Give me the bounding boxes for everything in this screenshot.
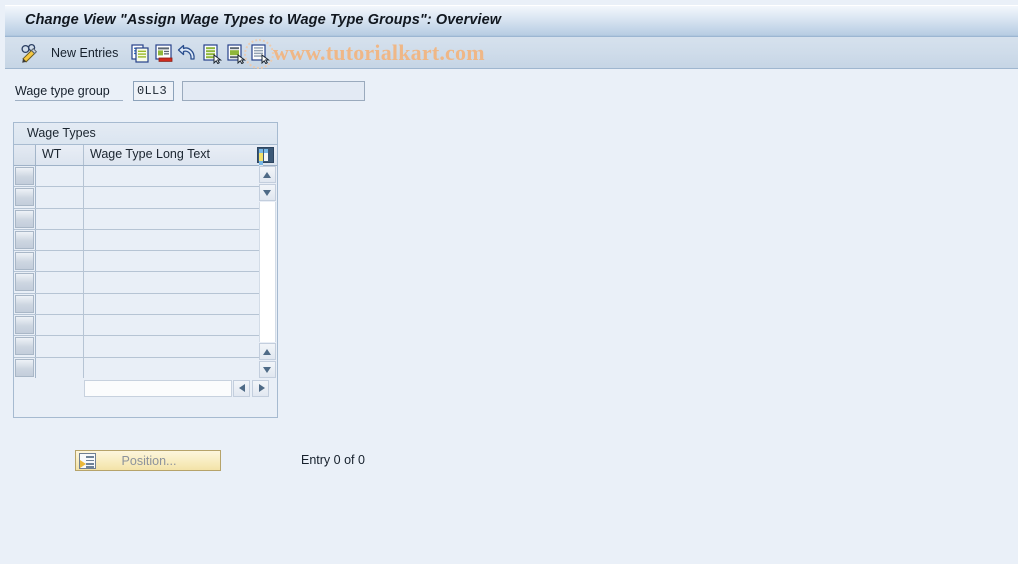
cell-long-text[interactable] — [84, 336, 259, 357]
table-row[interactable] — [14, 166, 259, 188]
table-row[interactable] — [14, 293, 259, 316]
window-title-bar: Change View "Assign Wage Types to Wage T… — [5, 5, 1018, 37]
row-select-cell[interactable] — [15, 337, 34, 356]
cell-long-text[interactable] — [84, 251, 259, 272]
cell-long-text[interactable] — [84, 208, 259, 229]
position-button[interactable]: Position... — [75, 450, 221, 471]
column-header-wt[interactable]: WT — [36, 145, 84, 165]
table-caption-label: Wage Types — [27, 126, 96, 140]
scroll-up-icon[interactable] — [259, 166, 276, 183]
wage-types-table-panel: Wage Types WT Wage Type Long Text — [13, 122, 278, 418]
table-settings-icon[interactable] — [257, 147, 274, 173]
row-select-cell[interactable] — [15, 358, 34, 377]
cell-long-text[interactable] — [84, 272, 259, 293]
display-change-button[interactable] — [19, 37, 41, 68]
select-all-button[interactable] — [201, 37, 223, 68]
row-select-cell[interactable] — [15, 273, 34, 292]
document-select-all-icon — [201, 42, 223, 65]
cell-wt[interactable] — [36, 187, 84, 208]
table-row[interactable] — [14, 357, 259, 378]
pencil-glasses-icon — [19, 42, 41, 64]
position-button-label: Position... — [121, 454, 177, 468]
horizontal-scroll-track[interactable] — [84, 380, 232, 397]
scroll-right-icon[interactable] — [252, 380, 269, 397]
new-entries-label: New Entries — [51, 46, 119, 60]
table-row[interactable] — [14, 208, 259, 230]
table-row[interactable] — [14, 229, 259, 252]
undo-arrow-icon — [177, 42, 199, 64]
table-row[interactable] — [14, 315, 259, 337]
cell-wt[interactable] — [36, 166, 84, 187]
scroll-page-down-icon[interactable] — [259, 361, 276, 378]
row-select-cell[interactable] — [15, 188, 34, 207]
application-toolbar: New Entries www.tutorialkart.com — [5, 37, 1018, 69]
cell-wt[interactable] — [36, 293, 84, 315]
cell-wt[interactable] — [36, 315, 84, 336]
cell-long-text[interactable] — [84, 357, 259, 378]
copy-as-button[interactable] — [129, 37, 151, 68]
scroll-left-icon[interactable] — [233, 380, 250, 397]
wage-type-group-key-field[interactable]: 0LL3 — [133, 81, 174, 101]
table-select-all-corner[interactable] — [14, 145, 36, 165]
delete-button[interactable] — [153, 37, 175, 68]
row-select-cell[interactable] — [15, 294, 34, 313]
cell-long-text[interactable] — [84, 229, 259, 251]
site-watermark: www.tutorialkart.com — [273, 40, 485, 65]
cell-wt[interactable] — [36, 208, 84, 229]
table-header-row: WT Wage Type Long Text — [14, 145, 277, 173]
wage-type-group-label: Wage type group — [15, 84, 123, 101]
cell-wt[interactable] — [36, 229, 84, 251]
table-horizontal-scrollbar[interactable] — [14, 377, 277, 417]
wage-types-table-body — [14, 166, 259, 378]
document-delete-icon — [153, 42, 175, 64]
main-content-area: Wage type group 0LL3 Wage Types WT Wage … — [5, 69, 1018, 559]
row-select-cell[interactable] — [15, 230, 34, 249]
cell-wt[interactable] — [36, 336, 84, 357]
table-row[interactable] — [14, 272, 259, 294]
cell-long-text[interactable] — [84, 315, 259, 336]
entry-count-status: Entry 0 of 0 — [301, 453, 365, 467]
table-row[interactable] — [14, 187, 259, 209]
row-select-cell[interactable] — [15, 252, 34, 271]
row-select-cell[interactable] — [15, 209, 34, 228]
undo-button[interactable] — [177, 37, 199, 68]
table-caption-bar: Wage Types — [14, 123, 277, 145]
row-select-cell[interactable] — [15, 316, 34, 335]
cell-wt[interactable] — [36, 272, 84, 293]
sap-application-window: Change View "Assign Wage Types to Wage T… — [0, 0, 1018, 564]
cell-long-text[interactable] — [84, 293, 259, 315]
wage-type-group-text-field[interactable] — [182, 81, 365, 101]
cell-wt[interactable] — [36, 251, 84, 272]
new-entries-button[interactable]: New Entries — [51, 37, 119, 68]
scroll-down-icon[interactable] — [259, 184, 276, 201]
cell-wt[interactable] — [36, 357, 84, 378]
table-row[interactable] — [14, 336, 259, 358]
watermark-ring-decoration — [244, 39, 274, 69]
page-title: Change View "Assign Wage Types to Wage T… — [25, 12, 502, 28]
cell-long-text[interactable] — [84, 187, 259, 208]
column-header-long-text[interactable]: Wage Type Long Text — [84, 145, 259, 165]
cell-long-text[interactable] — [84, 166, 259, 187]
copy-documents-icon — [129, 42, 151, 64]
scroll-track[interactable] — [259, 202, 276, 342]
scroll-page-up-icon[interactable] — [259, 343, 276, 360]
table-row[interactable] — [14, 251, 259, 273]
row-select-cell[interactable] — [15, 167, 34, 185]
table-vertical-scrollbar[interactable] — [259, 166, 276, 378]
